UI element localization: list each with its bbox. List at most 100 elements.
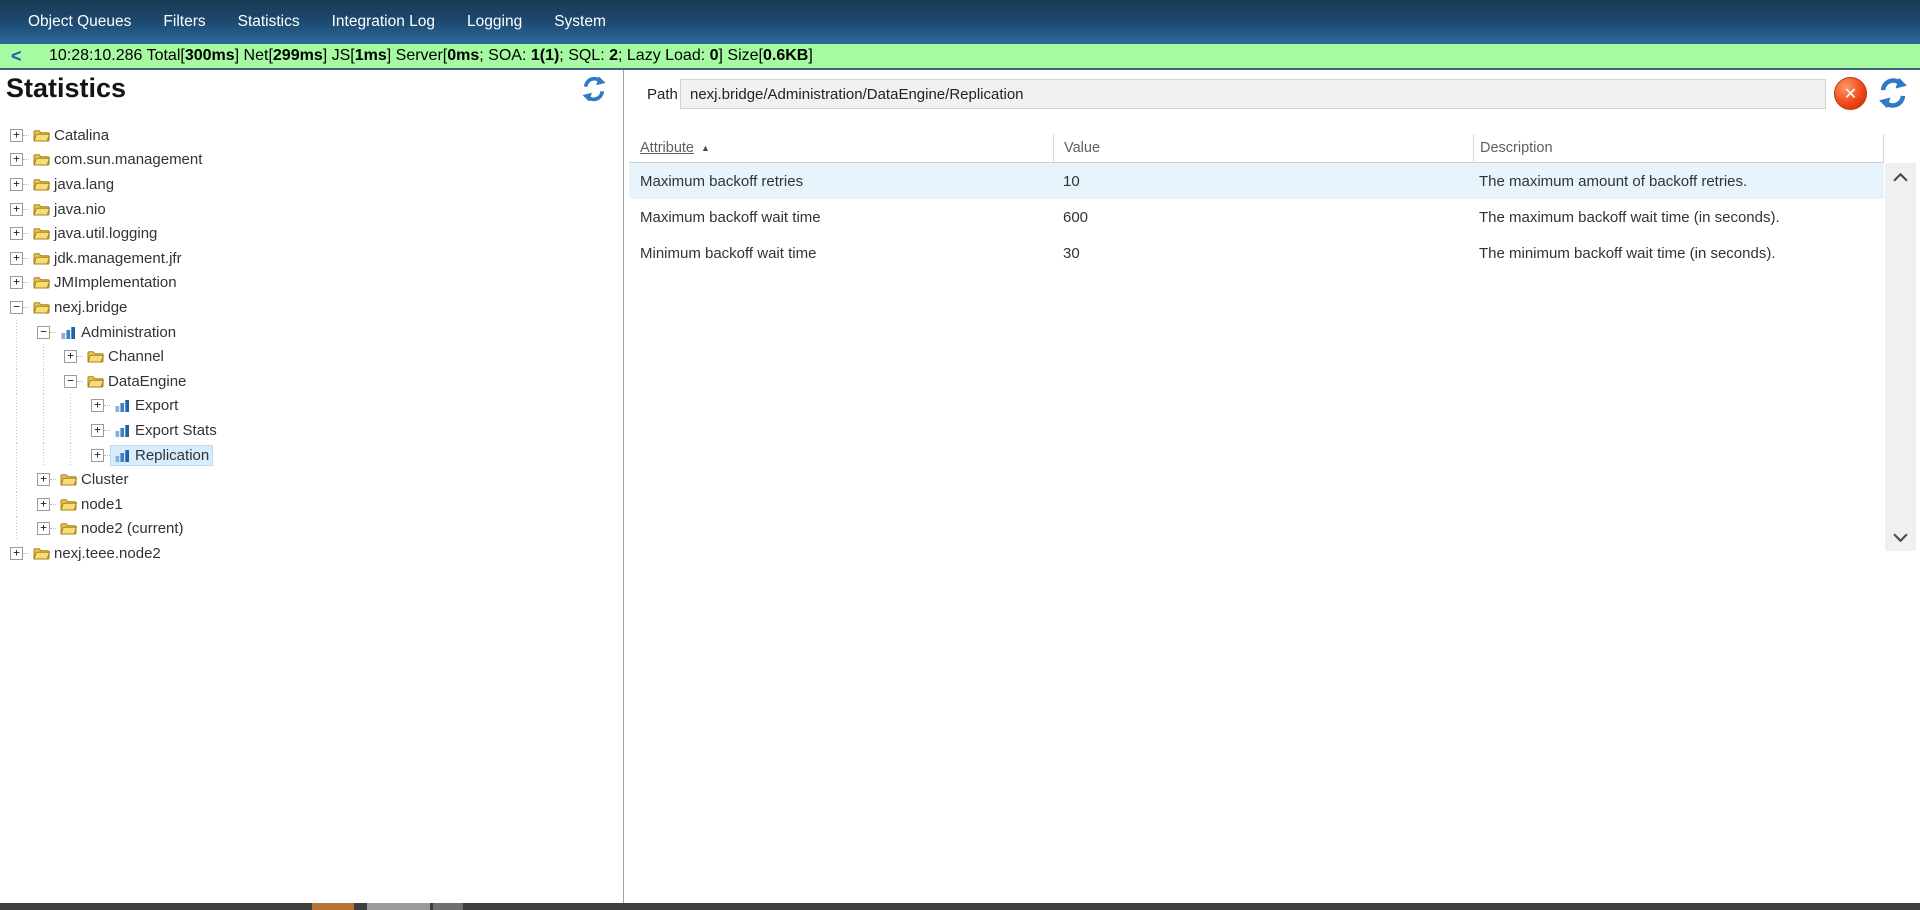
path-input[interactable]	[680, 79, 1826, 109]
scroll-up-button[interactable]	[1885, 169, 1916, 185]
tree-item-label: JMImplementation	[54, 274, 177, 291]
collapse-toggle[interactable]: −	[64, 375, 77, 388]
tree-item-dataengine[interactable]: −DataEngine	[0, 369, 623, 394]
expand-toggle[interactable]: +	[91, 449, 104, 462]
refresh-tree-button[interactable]	[580, 75, 608, 103]
expand-toggle[interactable]: +	[10, 252, 23, 265]
status-segment: ] Net[	[235, 47, 273, 64]
status-segment: 1ms	[355, 47, 387, 64]
menu-item-integration-log[interactable]: Integration Log	[316, 13, 451, 31]
sort-asc-icon: ▲	[701, 143, 710, 153]
tree-guide	[0, 443, 27, 468]
menu-item-statistics[interactable]: Statistics	[222, 13, 316, 31]
expand-toggle[interactable]: +	[37, 473, 50, 486]
folder-icon	[33, 226, 50, 241]
tree-node-content[interactable]: Administration	[56, 322, 180, 343]
tree-item-java-nio[interactable]: + java.nio	[0, 197, 623, 222]
collapse-toggle[interactable]: −	[37, 326, 50, 339]
mbean-tree: + Catalina + com.sun.management + java.lang + j…	[0, 123, 623, 566]
tree-node-content[interactable]: java.nio	[29, 199, 110, 220]
expand-toggle[interactable]: +	[37, 522, 50, 535]
expand-toggle[interactable]: +	[10, 203, 23, 216]
back-arrow[interactable]: <	[11, 46, 33, 67]
collapse-toggle[interactable]: −	[10, 301, 23, 314]
tree-guide	[0, 320, 27, 345]
taskbar-segment	[312, 903, 354, 910]
expand-toggle[interactable]: +	[10, 227, 23, 240]
expand-toggle[interactable]: +	[10, 153, 23, 166]
tree-node-content[interactable]: DataEngine	[83, 371, 190, 392]
tree-node-content[interactable]: Catalina	[29, 125, 113, 146]
folder-icon	[33, 202, 50, 217]
column-header-description[interactable]: Description	[1473, 134, 1884, 162]
expand-toggle[interactable]: +	[64, 350, 77, 363]
tree-guide	[27, 394, 54, 419]
tree-item-export-stats[interactable]: + Export Stats	[0, 418, 623, 443]
expand-toggle[interactable]: +	[10, 178, 23, 191]
expand-toggle[interactable]: +	[10, 547, 23, 560]
menu-item-object-queues[interactable]: Object Queues	[12, 13, 147, 31]
menu-item-system[interactable]: System	[538, 13, 622, 31]
tree-item-java-util-logging[interactable]: + java.util.logging	[0, 221, 623, 246]
tree-item-jmimplementation[interactable]: + JMImplementation	[0, 271, 623, 296]
folder-icon	[33, 300, 50, 315]
tree-item-node1[interactable]: + node1	[0, 492, 623, 517]
tree-item-jdk-management-jfr[interactable]: + jdk.management.jfr	[0, 246, 623, 271]
tree-node-content[interactable]: node1	[56, 494, 127, 515]
expand-toggle[interactable]: +	[91, 399, 104, 412]
scroll-down-button[interactable]	[1885, 529, 1916, 545]
tree-item-label: java.lang	[54, 176, 114, 193]
status-segment: 10:28:10.286 Total[	[49, 47, 185, 64]
cell-description: The maximum amount of backoff retries.	[1473, 173, 1884, 190]
tree-guide	[0, 517, 27, 542]
table-row[interactable]: Minimum backoff wait time30The minimum b…	[629, 235, 1884, 271]
refresh-path-button[interactable]	[1876, 76, 1910, 110]
tree-item-node2-current[interactable]: + node2 (current)	[0, 517, 623, 542]
table-scrollbar[interactable]	[1885, 163, 1916, 551]
tree-node-content[interactable]: Channel	[83, 346, 168, 367]
tree-guide	[54, 394, 81, 419]
tree-item-java-lang[interactable]: + java.lang	[0, 172, 623, 197]
tree-node-content[interactable]: com.sun.management	[29, 149, 206, 170]
menu-item-filters[interactable]: Filters	[147, 13, 221, 31]
tree-item-com-sun-management[interactable]: + com.sun.management	[0, 148, 623, 173]
menu-item-logging[interactable]: Logging	[451, 13, 538, 31]
cell-value: 600	[1053, 209, 1473, 226]
tree-node-content[interactable]: Export Stats	[110, 420, 221, 441]
expand-toggle[interactable]: +	[10, 129, 23, 142]
main-content: Statistics +Catalina+com.sun.management+…	[0, 70, 1920, 903]
tree-guide	[27, 369, 54, 394]
column-header-attribute[interactable]: Attribute ▲	[629, 134, 1053, 162]
tree-node-content[interactable]: Replication	[110, 445, 213, 466]
tree-item-nexj-bridge[interactable]: −nexj.bridge	[0, 295, 623, 320]
tree-guide	[0, 344, 27, 369]
tree-node-content[interactable]: java.lang	[29, 174, 118, 195]
table-row[interactable]: Maximum backoff retries10The maximum amo…	[629, 163, 1884, 199]
tree-node-content[interactable]: node2 (current)	[56, 518, 188, 539]
expand-toggle[interactable]: +	[91, 424, 104, 437]
tree-node-content[interactable]: JMImplementation	[29, 272, 181, 293]
tree-item-administration[interactable]: −Administration	[0, 320, 623, 345]
tree-node-content[interactable]: Cluster	[56, 469, 133, 490]
tree-item-nexj-teee-node2[interactable]: + nexj.teee.node2	[0, 541, 623, 566]
table-header: Attribute ▲ Value Description	[629, 134, 1884, 163]
expand-toggle[interactable]: +	[37, 498, 50, 511]
tree-node-content[interactable]: jdk.management.jfr	[29, 248, 186, 269]
tree-item-channel[interactable]: + Channel	[0, 344, 623, 369]
tree-item-catalina[interactable]: + Catalina	[0, 123, 623, 148]
table-row[interactable]: Maximum backoff wait time600The maximum …	[629, 199, 1884, 235]
close-button[interactable]: ✕	[1834, 77, 1867, 110]
tree-item-cluster[interactable]: + Cluster	[0, 467, 623, 492]
tree-node-content[interactable]: nexj.bridge	[29, 297, 131, 318]
tree-node-content[interactable]: Export	[110, 395, 182, 416]
folder-icon	[87, 374, 104, 389]
tree-item-replication[interactable]: + Replication	[0, 443, 623, 468]
tree-node-content[interactable]: nexj.teee.node2	[29, 543, 165, 564]
folder-icon	[33, 128, 50, 143]
bar-chart-icon	[114, 448, 131, 463]
tree-item-export[interactable]: + Export	[0, 394, 623, 419]
expand-toggle[interactable]: +	[10, 276, 23, 289]
column-header-value[interactable]: Value	[1053, 134, 1473, 162]
tree-item-label: Cluster	[81, 471, 129, 488]
tree-node-content[interactable]: java.util.logging	[29, 223, 161, 244]
